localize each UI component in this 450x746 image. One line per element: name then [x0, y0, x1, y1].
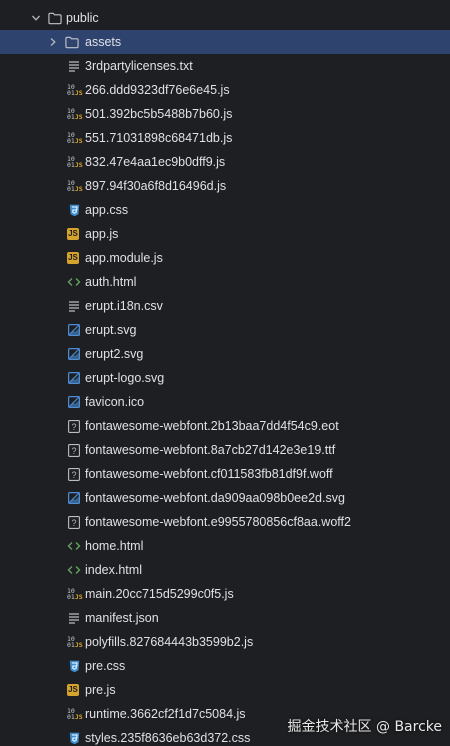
unknown-file-icon: ?	[67, 443, 81, 457]
file-label: runtime.3662cf2f1d7c5084.js	[85, 707, 246, 721]
tree-file-item[interactable]: home.html	[0, 534, 450, 558]
svg-text:?: ?	[71, 518, 76, 528]
text-file-icon	[67, 299, 81, 313]
image-file-icon	[67, 371, 81, 385]
text-file-icon	[67, 611, 81, 625]
svg-text:?: ?	[71, 470, 76, 480]
tree-folder-assets[interactable]: assets	[0, 30, 450, 54]
file-label: erupt-logo.svg	[85, 371, 165, 385]
html-file-icon	[67, 563, 81, 577]
tree-file-item[interactable]: 10 01JS 266.ddd9323df76e6e45.js	[0, 78, 450, 102]
tree-file-item[interactable]: JS app.js	[0, 222, 450, 246]
tree-file-item[interactable]: ? fontawesome-webfont.cf011583fb81df9f.wo…	[0, 462, 450, 486]
file-label: fontawesome-webfont.da909aa098b0ee2d.svg	[85, 491, 345, 505]
minified-js-icon: 10 01JS	[67, 106, 83, 121]
file-label: fontawesome-webfont.cf011583fb81df9f.wof…	[85, 467, 333, 481]
js-file-icon: JS	[67, 228, 79, 240]
tree-file-item[interactable]: index.html	[0, 558, 450, 582]
file-label: polyfills.827684443b3599b2.js	[85, 635, 254, 649]
file-label: 501.392bc5b5488b7b60.js	[85, 107, 233, 121]
file-label: app.module.js	[85, 251, 163, 265]
js-file-icon: JS	[67, 684, 79, 696]
tree-file-item[interactable]: 10 01JS 501.392bc5b5488b7b60.js	[0, 102, 450, 126]
tree-file-item[interactable]: erupt-logo.svg	[0, 366, 450, 390]
file-label: fontawesome-webfont.e9955780856cf8aa.wof…	[85, 515, 351, 529]
minified-js-icon: 10 01JS	[67, 130, 83, 145]
folder-label: assets	[85, 35, 122, 49]
unknown-file-icon: ?	[67, 467, 81, 481]
tree-file-item[interactable]: app.css	[0, 198, 450, 222]
file-label: erupt.svg	[85, 323, 137, 337]
tree-file-item[interactable]: JS app.module.js	[0, 246, 450, 270]
file-label: fontawesome-webfont.2b13baa7dd4f54c9.eot	[85, 419, 339, 433]
folder-label: public	[66, 11, 99, 25]
tree-file-item[interactable]: erupt.i18n.csv	[0, 294, 450, 318]
css-file-icon	[67, 731, 81, 745]
file-label: app.js	[85, 227, 119, 241]
file-label: 3rdpartylicenses.txt	[85, 59, 193, 73]
html-file-icon	[67, 275, 81, 289]
tree-file-item[interactable]: ? fontawesome-webfont.e9955780856cf8aa.wo…	[0, 510, 450, 534]
folder-icon	[48, 11, 62, 25]
chevron-right-icon[interactable]	[47, 30, 59, 54]
minified-js-icon: 10 01JS	[67, 634, 83, 649]
text-file-icon	[67, 59, 81, 73]
tree-file-item[interactable]: pre.css	[0, 654, 450, 678]
file-label: pre.js	[85, 683, 116, 697]
file-label: 897.94f30a6f8d16496d.js	[85, 179, 227, 193]
tree-file-item[interactable]: JS pre.js	[0, 678, 450, 702]
svg-text:?: ?	[71, 422, 76, 432]
minified-js-icon: 10 01JS	[67, 82, 83, 97]
file-label: 832.47e4aa1ec9b0dff9.js	[85, 155, 226, 169]
minified-js-icon: 10 01JS	[67, 706, 83, 721]
js-file-icon: JS	[67, 252, 79, 264]
tree-file-item[interactable]: 10 01JS 832.47e4aa1ec9b0dff9.js	[0, 150, 450, 174]
image-file-icon	[67, 323, 81, 337]
unknown-file-icon: ?	[67, 419, 81, 433]
image-file-icon	[67, 491, 81, 505]
folder-icon	[65, 35, 79, 49]
tree-file-item[interactable]: 10 01JS 551.71031898c68471db.js	[0, 126, 450, 150]
tree-file-item[interactable]: erupt.svg	[0, 318, 450, 342]
file-label: erupt2.svg	[85, 347, 144, 361]
file-label: manifest.json	[85, 611, 159, 625]
file-label: index.html	[85, 563, 142, 577]
chevron-down-icon[interactable]	[30, 6, 42, 30]
tree-file-item[interactable]: 10 01JS polyfills.827684443b3599b2.js	[0, 630, 450, 654]
css-file-icon	[67, 659, 81, 673]
minified-js-icon: 10 01JS	[67, 586, 83, 601]
tree-file-item[interactable]: ? fontawesome-webfont.2b13baa7dd4f54c9.eo…	[0, 414, 450, 438]
file-label: 551.71031898c68471db.js	[85, 131, 233, 145]
file-label: erupt.i18n.csv	[85, 299, 163, 313]
file-label: pre.css	[85, 659, 126, 673]
tree-file-item[interactable]: erupt2.svg	[0, 342, 450, 366]
image-file-icon	[67, 347, 81, 361]
file-label: auth.html	[85, 275, 137, 289]
file-label: styles.235f8636eb63d372.css	[85, 731, 251, 745]
tree-root-public[interactable]: public	[0, 6, 450, 30]
file-label: favicon.ico	[85, 395, 145, 409]
minified-js-icon: 10 01JS	[67, 178, 83, 193]
file-label: main.20cc715d5299c0f5.js	[85, 587, 234, 601]
css-file-icon	[67, 203, 81, 217]
svg-text:?: ?	[71, 446, 76, 456]
file-label: 266.ddd9323df76e6e45.js	[85, 83, 230, 97]
tree-file-item[interactable]: ? fontawesome-webfont.8a7cb27d142e3e19.tt…	[0, 438, 450, 462]
tree-file-item[interactable]: 10 01JS 897.94f30a6f8d16496d.js	[0, 174, 450, 198]
tree-file-item[interactable]: auth.html	[0, 270, 450, 294]
image-file-icon	[67, 395, 81, 409]
unknown-file-icon: ?	[67, 515, 81, 529]
watermark: 掘金技术社区 @ Barcke	[287, 719, 442, 735]
tree-file-item[interactable]: 3rdpartylicenses.txt	[0, 54, 450, 78]
minified-js-icon: 10 01JS	[67, 154, 83, 169]
html-file-icon	[67, 539, 81, 553]
tree-file-item[interactable]: manifest.json	[0, 606, 450, 630]
tree-file-item[interactable]: fontawesome-webfont.da909aa098b0ee2d.svg	[0, 486, 450, 510]
file-label: home.html	[85, 539, 144, 553]
tree-file-item[interactable]: favicon.ico	[0, 390, 450, 414]
file-label: app.css	[85, 203, 129, 217]
file-label: fontawesome-webfont.8a7cb27d142e3e19.ttf	[85, 443, 336, 457]
tree-file-item[interactable]: 10 01JS main.20cc715d5299c0f5.js	[0, 582, 450, 606]
project-tree: public assets 3rdpartylicenses.txt 10 01JS 2…	[0, 6, 450, 746]
